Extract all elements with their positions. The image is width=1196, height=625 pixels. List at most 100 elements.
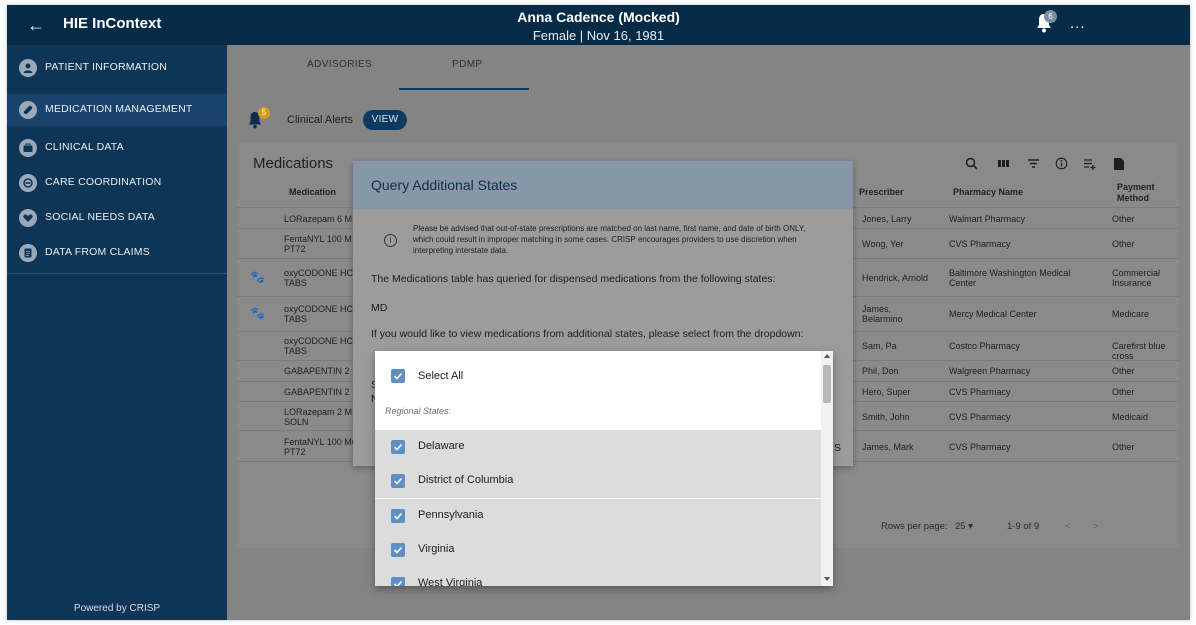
col-header-payment[interactable]: Payment Method	[1117, 182, 1155, 204]
tab-pdmp[interactable]: PDMP	[452, 59, 483, 70]
cell-medication-line2: TABS	[284, 346, 307, 356]
sidebar-item-data-from-claims[interactable]: DATA FROM CLAIMS	[7, 237, 227, 269]
patient-demographics: Female | Nov 16, 1981	[532, 28, 665, 43]
cell-medication: GABAPENTIN 2	[284, 366, 350, 376]
col-header-payment-line2: Method	[1117, 193, 1149, 203]
option-virginia[interactable]: Virginia	[375, 533, 821, 567]
cell-medication-line2: TABS	[284, 314, 307, 324]
sidebar-item-medication-management[interactable]: MEDICATION MANAGEMENT	[7, 94, 227, 126]
rows-per-page-value: 25	[955, 521, 966, 532]
cell-pharmacy: Baltimore Washington Medical Center	[949, 268, 1070, 288]
col-header-pharmacy[interactable]: Pharmacy Name	[953, 187, 1023, 198]
info-circle-icon: i	[384, 234, 397, 247]
search-icon[interactable]	[965, 157, 978, 173]
cell-medication-line1: FentaNYL 100 M	[284, 234, 352, 244]
option-district-of-columbia[interactable]: District of Columbia	[375, 464, 821, 498]
option-label: West Virginia	[418, 577, 483, 586]
sidebar-item-label: CARE COORDINATION	[45, 176, 162, 188]
rows-per-page-label: Rows per page:	[881, 521, 948, 532]
col-header-medication[interactable]: Medication	[289, 187, 336, 198]
sidebar-item-patient-information[interactable]: PATIENT INFORMATION	[7, 52, 227, 84]
pagination-range: 1-9 of 9	[1007, 521, 1040, 532]
checkbox-checked-icon[interactable]	[391, 577, 405, 586]
cell-prescriber: Hero, Super	[862, 387, 911, 397]
sidebar-item-social-needs-data[interactable]: SOCIAL NEEDS DATA	[7, 202, 227, 234]
cell-prescriber: Hendrick, Arnold	[862, 273, 929, 283]
checkbox-checked-icon[interactable]	[391, 369, 405, 383]
group-label-regional: Regional States:	[385, 406, 452, 416]
document-icon	[19, 244, 37, 262]
filter-icon[interactable]	[1027, 157, 1040, 173]
heart-hand-icon	[19, 209, 37, 227]
option-delaware[interactable]: Delaware	[375, 430, 821, 464]
scrollbar-thumb[interactable]	[823, 365, 831, 403]
cell-payment: Commercial Insurance	[1112, 268, 1160, 288]
cell-payment: Other	[1112, 366, 1135, 376]
cell-medication: LORazepam 6 M	[284, 214, 353, 224]
cell-payment: Other	[1112, 442, 1135, 452]
rows-per-page-select[interactable]: 25 ▾	[955, 521, 973, 532]
scroll-down-arrow-icon[interactable]	[824, 577, 830, 581]
caret-down-icon: ▾	[968, 521, 973, 532]
tab-advisories[interactable]: ADVISORIES	[307, 59, 372, 70]
notifications-bell-icon[interactable]: 6	[1035, 10, 1057, 35]
cell-medication: FentaNYL 100 M PT72	[284, 234, 352, 254]
sidebar-item-clinical-data[interactable]: CLINICAL DATA	[7, 132, 227, 164]
checkbox-checked-icon[interactable]	[391, 474, 405, 488]
option-label: District of Columbia	[418, 474, 514, 486]
cell-pharmacy: Walmart Pharmacy	[949, 214, 1026, 224]
sidebar-item-care-coordination[interactable]: CARE COORDINATION	[7, 167, 227, 199]
partial-button-text[interactable]: S	[834, 442, 841, 454]
cell-medication-line2: PT72	[284, 244, 306, 254]
sidebar-item-label: MEDICATION MANAGEMENT	[45, 103, 193, 115]
cell-medication-line1: oxyCODONE HC	[284, 304, 354, 314]
tab-bar: ADVISORIES PDMP	[227, 45, 1190, 85]
cell-medication: GABAPENTIN 2	[284, 387, 350, 397]
checkbox-checked-icon[interactable]	[391, 543, 405, 557]
cell-prescriber: James, Belarmino	[862, 304, 903, 324]
pill-icon	[19, 101, 37, 119]
sidebar-item-label: DATA FROM CLAIMS	[45, 246, 150, 258]
powered-by: Powered by CRISP	[73, 603, 161, 614]
cell-prescriber: Jones, Larry	[862, 214, 912, 224]
medications-title: Medications	[253, 155, 334, 172]
cell-payment: Medicare	[1112, 309, 1150, 319]
info-icon[interactable]	[1055, 157, 1068, 173]
sidebar-divider	[7, 273, 227, 274]
next-page-icon[interactable]: >	[1093, 521, 1099, 532]
cell-payment-line2: Insurance	[1112, 278, 1152, 288]
states-dropdown-list[interactable]: Select All Regional States: Delaware Dis…	[375, 351, 833, 586]
option-label: Delaware	[418, 440, 465, 452]
option-pennsylvania[interactable]: Pennsylvania	[375, 499, 821, 533]
dialog-header: Query Additional States	[353, 161, 853, 209]
cell-prescriber-line1: James,	[862, 304, 892, 314]
view-alerts-button[interactable]: VIEW	[363, 110, 407, 130]
checkbox-checked-icon[interactable]	[391, 440, 405, 454]
columns-icon[interactable]	[997, 157, 1010, 173]
cell-prescriber-line2: Belarmino	[862, 314, 903, 324]
option-west-virginia[interactable]: West Virginia	[375, 567, 821, 586]
scroll-up-arrow-icon[interactable]	[824, 354, 830, 358]
notification-count-badge: 6	[1044, 10, 1057, 23]
queried-states-text: The Medications table has queried for di…	[371, 273, 776, 285]
add-list-icon[interactable]	[1083, 157, 1097, 173]
dropdown-scrollbar[interactable]	[821, 351, 833, 586]
option-label: Pennsylvania	[418, 509, 484, 521]
option-select-all[interactable]: Select All	[375, 358, 821, 392]
file-icon[interactable]	[1113, 157, 1125, 174]
cell-medication-line1: oxyCODONE HC	[284, 336, 354, 346]
sidebar-item-label: PATIENT INFORMATION	[45, 61, 168, 73]
col-header-prescriber[interactable]: Prescriber	[859, 187, 904, 198]
more-menu-icon[interactable]: ...	[1070, 15, 1086, 32]
cell-medication: LORazepam 2 M SOLN	[284, 407, 352, 427]
cell-pharmacy: CVS Pharmacy	[949, 239, 1011, 249]
cell-payment: Other	[1112, 387, 1135, 397]
prev-page-icon[interactable]: <	[1065, 521, 1071, 532]
cell-payment: Medicaid	[1112, 412, 1149, 422]
cell-prescriber: James, Mark	[862, 442, 914, 452]
alert-bell-icon[interactable]: 5	[247, 107, 270, 133]
cell-prescriber: Smith, John	[862, 412, 910, 422]
handshake-icon	[19, 174, 37, 192]
checkbox-checked-icon[interactable]	[391, 509, 405, 523]
cell-medication: oxyCODONE HC TABS	[284, 268, 353, 288]
